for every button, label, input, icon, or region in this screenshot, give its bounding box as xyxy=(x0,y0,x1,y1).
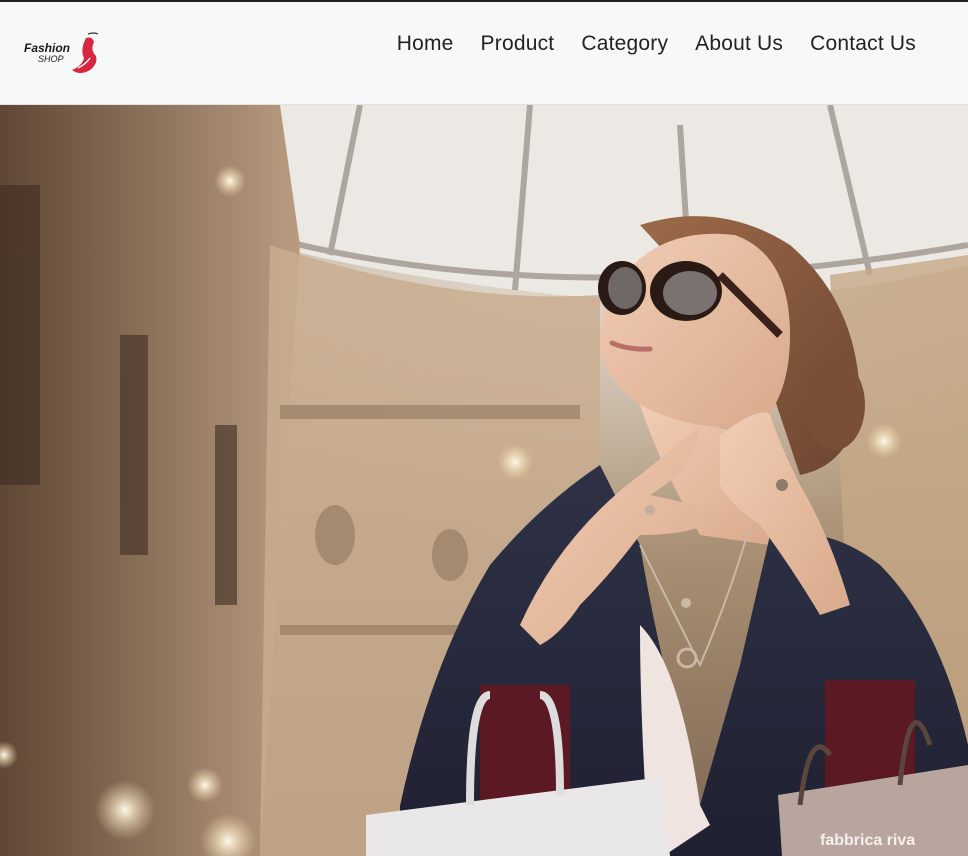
hero-banner: fabbrica riva xyxy=(0,105,968,856)
bag-brand-text: fabbrica riva xyxy=(820,832,915,849)
navbar: Fashion SHOP Home Product Category About… xyxy=(0,2,968,105)
dress-logo-icon xyxy=(72,32,99,73)
nav-contact-us[interactable]: Contact Us xyxy=(810,32,916,56)
nav-category[interactable]: Category xyxy=(581,32,668,56)
nav-home[interactable]: Home xyxy=(397,32,454,56)
nav-about-us[interactable]: About Us xyxy=(695,32,783,56)
brand-logo[interactable]: Fashion SHOP xyxy=(22,28,108,80)
logo-text-fashion: Fashion xyxy=(24,41,71,55)
hero-image: fabbrica riva xyxy=(0,105,968,856)
nav-product[interactable]: Product xyxy=(481,32,555,56)
main-nav: Home Product Category About Us Contact U… xyxy=(397,32,916,56)
logo-text-shop: SHOP xyxy=(38,54,64,64)
